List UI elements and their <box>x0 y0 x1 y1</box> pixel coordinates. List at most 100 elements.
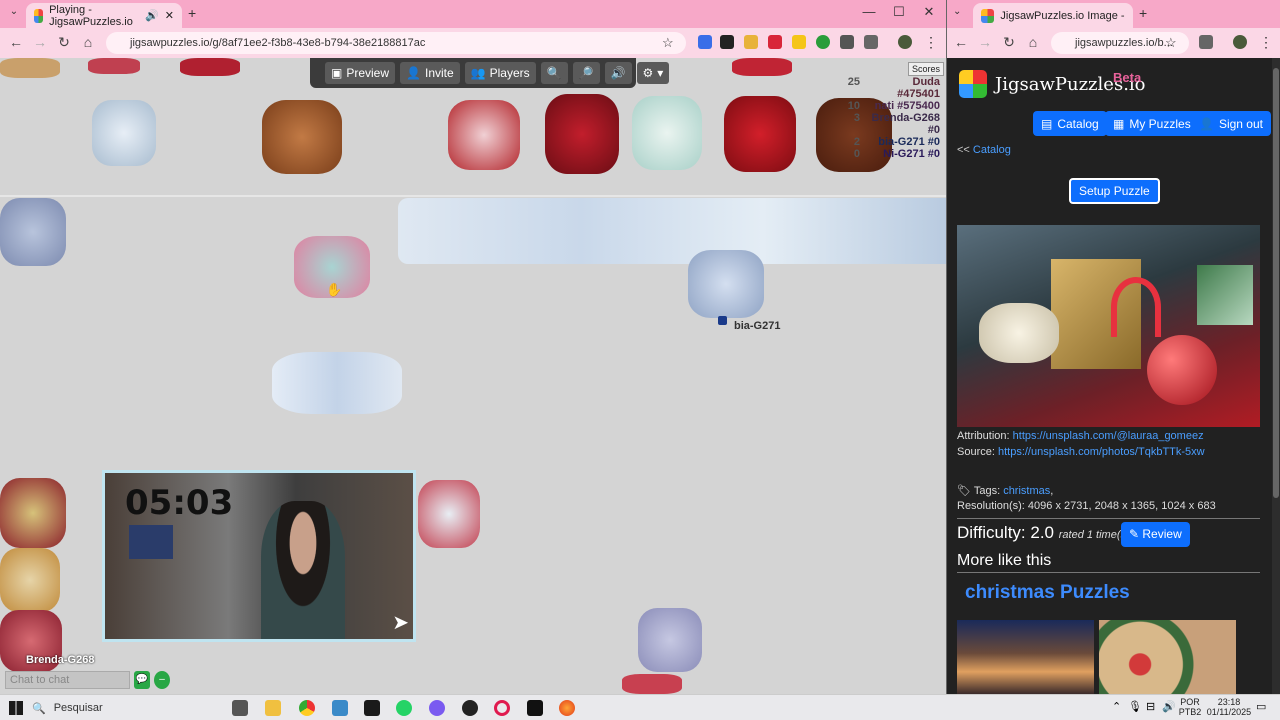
settings-button[interactable]: ⚙ ▾ <box>636 62 670 84</box>
extension-icon-3[interactable] <box>744 35 758 49</box>
puzzle-piece[interactable] <box>545 94 619 174</box>
puzzle-thumbnail[interactable] <box>957 620 1094 694</box>
menu-kebab-icon[interactable]: ⋮ <box>1259 34 1273 51</box>
attribution-link[interactable]: https://unsplash.com/@lauraa_gomeez <box>1013 430 1204 442</box>
notion-icon[interactable] <box>527 700 543 716</box>
scrollbar-thumb[interactable] <box>1273 68 1279 498</box>
app-icon-2[interactable] <box>364 700 380 716</box>
setup-puzzle-button[interactable]: Setup Puzzle <box>1069 178 1160 204</box>
notification-icon[interactable]: ▭ <box>1256 700 1266 713</box>
forward-arrow-icon[interactable]: → <box>975 34 995 50</box>
new-tab-icon[interactable]: + <box>1139 5 1147 21</box>
maximize-button[interactable]: ☐ <box>884 4 914 20</box>
puzzle-piece[interactable] <box>92 100 156 166</box>
opera-icon[interactable] <box>494 700 510 716</box>
clock[interactable]: 23:18 01/11/2025 <box>1206 697 1252 717</box>
home-icon[interactable]: ⌂ <box>1023 34 1043 50</box>
app-icon-4[interactable] <box>462 700 478 716</box>
back-arrow-icon[interactable]: ← <box>6 34 26 50</box>
extension-icon-5[interactable] <box>792 35 806 49</box>
sound-button[interactable]: 🔊 <box>604 62 632 84</box>
network-icon[interactable]: ⊟ <box>1146 700 1155 713</box>
minimize-button[interactable]: — <box>854 4 884 19</box>
extensions-puzzle-icon[interactable] <box>1199 35 1213 49</box>
puzzle-piece[interactable] <box>0 548 60 612</box>
profile-avatar-icon[interactable] <box>1233 35 1247 49</box>
reload-icon[interactable]: ↻ <box>54 34 74 51</box>
new-tab-icon[interactable]: + <box>188 5 196 21</box>
extension-icon-6[interactable] <box>816 35 830 49</box>
christmas-puzzles-link[interactable]: christmas Puzzles <box>965 582 1130 604</box>
tab-image[interactable]: JigsawPuzzles.io Image - 1313 <box>973 3 1133 28</box>
review-button[interactable]: ✎ Review <box>1121 522 1190 547</box>
tray-expand-icon[interactable]: ⌃ <box>1112 700 1121 713</box>
puzzle-preview-image[interactable] <box>957 225 1260 427</box>
volume-icon[interactable]: 🔊 <box>1162 700 1176 713</box>
puzzle-piece[interactable] <box>262 100 342 174</box>
taskbar-search[interactable]: 🔍 Pesquisar <box>32 697 172 719</box>
tab-list-icon[interactable]: ⌄ <box>953 6 961 17</box>
puzzle-thumbnail[interactable] <box>1099 620 1236 694</box>
puzzle-piece[interactable] <box>0 478 66 548</box>
app-icon-3[interactable] <box>429 700 445 716</box>
puzzle-piece[interactable] <box>0 58 60 78</box>
url-field[interactable]: jigsawpuzzles.io/g/8af71ee2-f3b8-43e8-b7… <box>106 32 686 54</box>
puzzle-piece[interactable] <box>418 480 480 548</box>
puzzle-piece[interactable] <box>638 608 702 672</box>
catalog-button[interactable]: ▤ Catalog <box>1033 111 1107 136</box>
puzzle-piece[interactable] <box>632 96 702 170</box>
puzzle-piece[interactable] <box>724 96 796 172</box>
chat-send-icon[interactable]: 💬 <box>134 671 150 689</box>
profile-avatar-icon[interactable] <box>898 35 912 49</box>
puzzle-board[interactable]: ✋ bia-G271 ▣ Preview 👤 Invite 👥 Players 🔍 🔎… <box>0 58 946 694</box>
close-tab-icon[interactable]: ✕ <box>165 9 174 22</box>
puzzle-piece[interactable] <box>180 58 240 76</box>
chat-emoji-icon[interactable]: – <box>154 671 170 689</box>
extension-icon-2[interactable] <box>720 35 734 49</box>
whatsapp-icon[interactable] <box>396 700 412 716</box>
bookmark-star-icon[interactable]: ☆ <box>1165 35 1177 51</box>
invite-button[interactable]: 👤 Invite <box>400 62 460 84</box>
tab-playing[interactable]: Playing - JigsawPuzzles.io 🔊 ✕ <box>26 3 182 28</box>
forward-arrow-icon[interactable]: → <box>30 34 50 50</box>
file-explorer-icon[interactable] <box>265 700 281 716</box>
extensions-puzzle-icon[interactable] <box>864 35 878 49</box>
puzzle-piece[interactable] <box>688 250 764 318</box>
home-icon[interactable]: ⌂ <box>78 34 98 50</box>
windows-start-icon[interactable] <box>9 701 23 715</box>
chat-input[interactable]: Chat to chat <box>5 671 130 689</box>
tab-list-icon[interactable]: ⌄ <box>6 6 22 22</box>
close-window-button[interactable]: ✕ <box>914 4 944 20</box>
sign-out-button[interactable]: 👤 Sign out <box>1191 111 1271 136</box>
puzzle-piece[interactable] <box>0 198 66 266</box>
puzzle-piece[interactable] <box>448 100 520 170</box>
catalog-back-link[interactable]: Catalog <box>973 144 1011 156</box>
language-indicator[interactable]: POR PTB2 <box>1176 697 1204 717</box>
back-arrow-icon[interactable]: ← <box>951 34 971 50</box>
scrollbar[interactable] <box>1272 58 1280 694</box>
puzzle-piece[interactable] <box>88 58 140 74</box>
puzzle-piece[interactable] <box>732 58 792 76</box>
cast-icon[interactable] <box>840 35 854 49</box>
tag-christmas-link[interactable]: christmas <box>1003 485 1050 497</box>
zoom-in-button[interactable]: 🔍 <box>540 62 568 84</box>
reload-icon[interactable]: ↻ <box>999 34 1019 51</box>
microphone-icon[interactable]: 🎙 <box>1128 700 1142 713</box>
puzzle-piece[interactable] <box>272 352 402 414</box>
extension-icon-4[interactable] <box>768 35 782 49</box>
extension-icon-1[interactable] <box>698 35 712 49</box>
my-puzzles-button[interactable]: ▦ My Puzzles <box>1105 111 1199 136</box>
firefox-icon[interactable] <box>559 700 575 716</box>
source-link[interactable]: https://unsplash.com/photos/TqkbTTk-5xw <box>998 446 1205 458</box>
speaker-icon[interactable]: 🔊 <box>145 9 159 22</box>
zoom-out-button[interactable]: 🔎 <box>572 62 600 84</box>
chrome-icon[interactable] <box>299 700 315 716</box>
app-icon-1[interactable] <box>332 700 348 716</box>
menu-kebab-icon[interactable]: ⋮ <box>924 34 938 51</box>
assembled-strip[interactable] <box>398 198 946 264</box>
preview-button[interactable]: ▣ Preview <box>325 62 396 84</box>
puzzle-piece[interactable] <box>622 674 682 694</box>
task-view-icon[interactable] <box>232 700 248 716</box>
bookmark-star-icon[interactable]: ☆ <box>662 35 674 51</box>
players-button[interactable]: 👥 Players <box>464 62 536 84</box>
